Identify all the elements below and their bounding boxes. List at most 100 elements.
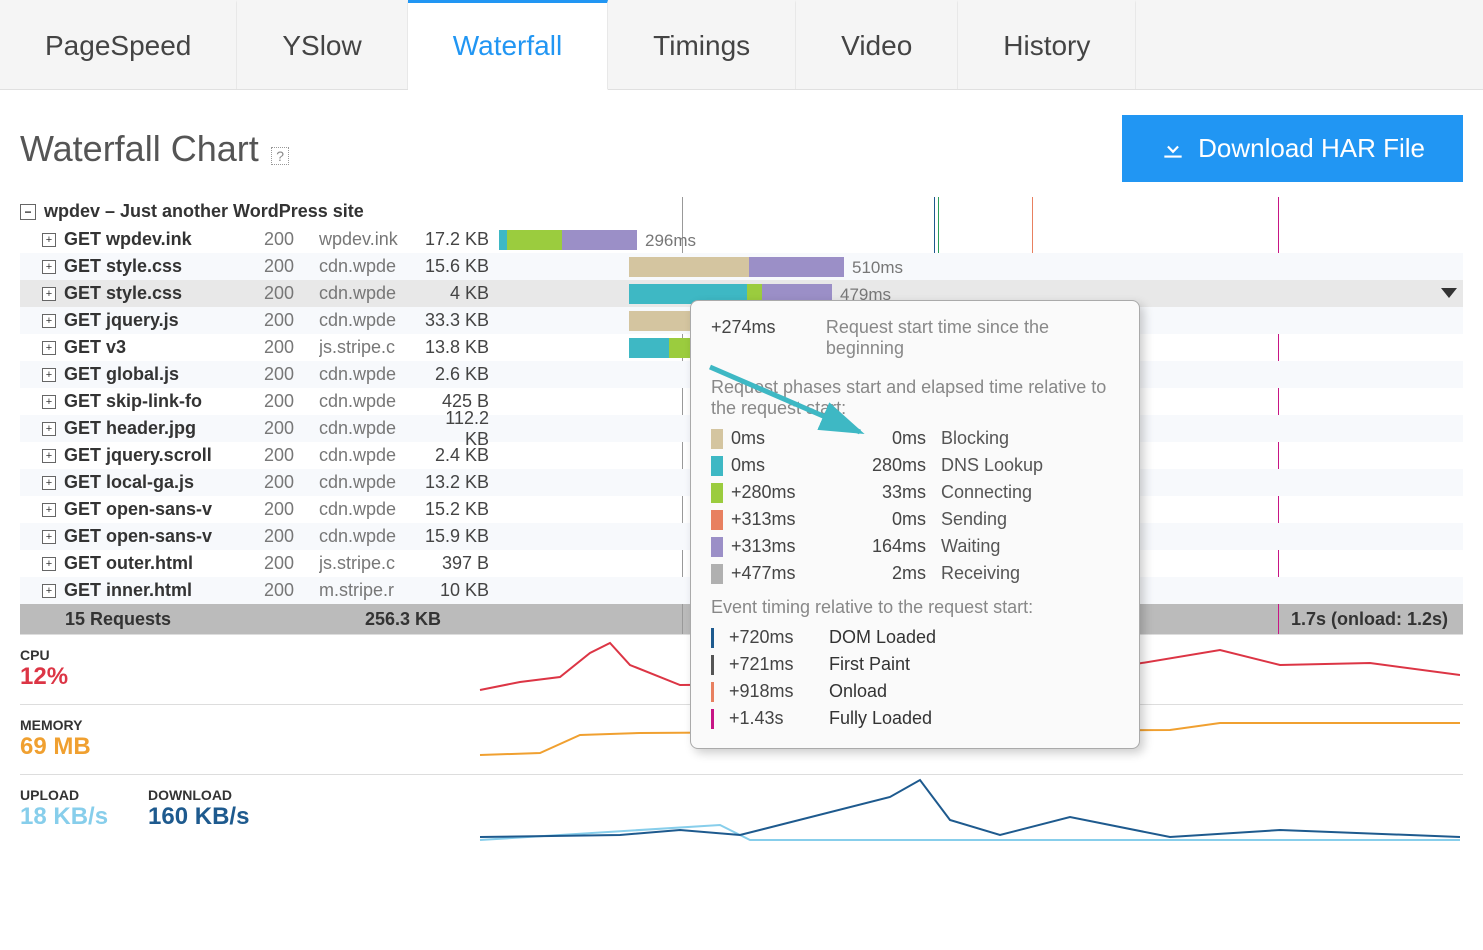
group-title: wpdev – Just another WordPress site	[44, 201, 364, 222]
domain: m.stripe.r	[319, 580, 424, 601]
phase-start: 0ms	[731, 428, 831, 449]
domain: js.stripe.c	[319, 553, 424, 574]
domain: cdn.wpde	[319, 310, 424, 331]
request-name: GET open-sans-v	[64, 499, 264, 520]
status-code: 200	[264, 256, 319, 277]
phase-elapsed: 164ms	[831, 536, 941, 557]
phase-row: +313ms0msSending	[711, 506, 1119, 533]
status-code: 200	[264, 526, 319, 547]
timing-tooltip: +274ms Request start time since the begi…	[690, 300, 1140, 749]
expand-icon[interactable]: +	[42, 422, 56, 436]
request-name: GET v3	[64, 337, 264, 358]
expand-icon[interactable]: +	[42, 341, 56, 355]
network-metric: UPLOAD 18 KB/s DOWNLOAD 160 KB/s	[20, 774, 1463, 844]
size: 13.8 KB	[424, 337, 499, 358]
domain: cdn.wpde	[319, 472, 424, 493]
upload-value: 18 KB/s	[20, 803, 108, 831]
phase-row: 0ms280msDNS Lookup	[711, 452, 1119, 479]
tabs-bar: PageSpeedYSlowWaterfallTimingsVideoHisto…	[0, 0, 1483, 90]
request-name: GET skip-link-fo	[64, 391, 264, 412]
expand-icon[interactable]: +	[42, 287, 56, 301]
domain: cdn.wpde	[319, 445, 424, 466]
phase-swatch	[711, 483, 723, 503]
header: Waterfall Chart ? Download HAR File	[0, 90, 1483, 197]
phase-start: +280ms	[731, 482, 831, 503]
help-icon[interactable]: ?	[271, 147, 289, 165]
upload-label: UPLOAD	[20, 787, 108, 803]
expand-icon[interactable]: +	[42, 449, 56, 463]
tab-yslow[interactable]: YSlow	[237, 0, 407, 89]
expand-icon[interactable]: +	[42, 557, 56, 571]
tab-waterfall[interactable]: Waterfall	[408, 0, 608, 90]
status-code: 200	[264, 418, 319, 439]
status-code: 200	[264, 580, 319, 601]
tab-pagespeed[interactable]: PageSpeed	[0, 0, 237, 89]
domain: cdn.wpde	[319, 499, 424, 520]
event-row: +918msOnload	[711, 678, 1119, 705]
event-row: +1.43sFully Loaded	[711, 705, 1119, 732]
request-name: GET jquery.scroll	[64, 445, 264, 466]
event-name: DOM Loaded	[829, 627, 936, 648]
expand-icon[interactable]: +	[42, 395, 56, 409]
size: 4 KB	[424, 283, 499, 304]
status-code: 200	[264, 553, 319, 574]
tab-history[interactable]: History	[958, 0, 1136, 89]
tab-video[interactable]: Video	[796, 0, 958, 89]
size: 15.9 KB	[424, 526, 499, 547]
size: 13.2 KB	[424, 472, 499, 493]
event-time: +918ms	[729, 681, 829, 702]
phase-elapsed: 0ms	[831, 509, 941, 530]
domain: js.stripe.c	[319, 337, 424, 358]
domain: wpdev.ink	[319, 229, 424, 250]
phase-swatch	[711, 510, 723, 530]
tooltip-phases-label: Request phases start and elapsed time re…	[711, 367, 1119, 425]
request-name: GET local-ga.js	[64, 472, 264, 493]
size: 33.3 KB	[424, 310, 499, 331]
expand-icon[interactable]: +	[42, 233, 56, 247]
request-row[interactable]: +GET style.css200cdn.wpde15.6 KB510ms	[20, 253, 1463, 280]
phase-elapsed: 2ms	[831, 563, 941, 584]
timing-bar: 510ms	[499, 257, 1463, 277]
expand-icon[interactable]: +	[42, 584, 56, 598]
timing-bar: 296ms	[499, 230, 1463, 250]
download-label: Download HAR File	[1198, 133, 1425, 164]
expand-icon[interactable]: +	[42, 260, 56, 274]
phase-name: DNS Lookup	[941, 455, 1043, 476]
request-row[interactable]: +GET wpdev.ink200wpdev.ink17.2 KB296ms	[20, 226, 1463, 253]
tooltip-events-label: Event timing relative to the request sta…	[711, 587, 1119, 624]
expand-icon[interactable]: +	[42, 314, 56, 328]
collapse-icon[interactable]: −	[20, 204, 36, 220]
event-swatch	[711, 655, 714, 675]
event-swatch	[711, 628, 714, 648]
group-header[interactable]: − wpdev – Just another WordPress site	[20, 197, 1463, 226]
request-name: GET style.css	[64, 256, 264, 277]
expand-icon[interactable]: +	[42, 476, 56, 490]
phase-name: Receiving	[941, 563, 1020, 584]
status-code: 200	[264, 445, 319, 466]
phase-swatch	[711, 456, 723, 476]
request-name: GET wpdev.ink	[64, 229, 264, 250]
phase-name: Waiting	[941, 536, 1000, 557]
dropdown-icon[interactable]	[1441, 288, 1457, 298]
download-har-button[interactable]: Download HAR File	[1122, 115, 1463, 182]
expand-icon[interactable]: +	[42, 503, 56, 517]
phase-row: 0ms0msBlocking	[711, 425, 1119, 452]
status-code: 200	[264, 499, 319, 520]
size: 15.6 KB	[424, 256, 499, 277]
expand-icon[interactable]: +	[42, 530, 56, 544]
download-value: 160 KB/s	[148, 803, 249, 831]
request-name: GET open-sans-v	[64, 526, 264, 547]
domain: cdn.wpde	[319, 364, 424, 385]
event-time: +720ms	[729, 627, 829, 648]
phase-start: +313ms	[731, 509, 831, 530]
download-label: DOWNLOAD	[148, 787, 249, 803]
tab-timings[interactable]: Timings	[608, 0, 796, 89]
phase-name: Blocking	[941, 428, 1009, 449]
status-code: 200	[264, 364, 319, 385]
phase-swatch	[711, 564, 723, 584]
domain: cdn.wpde	[319, 418, 424, 439]
expand-icon[interactable]: +	[42, 368, 56, 382]
summary-timing: 1.7s (onload: 1.2s)	[1291, 609, 1463, 630]
timing-label: 296ms	[645, 231, 696, 251]
phase-swatch	[711, 537, 723, 557]
